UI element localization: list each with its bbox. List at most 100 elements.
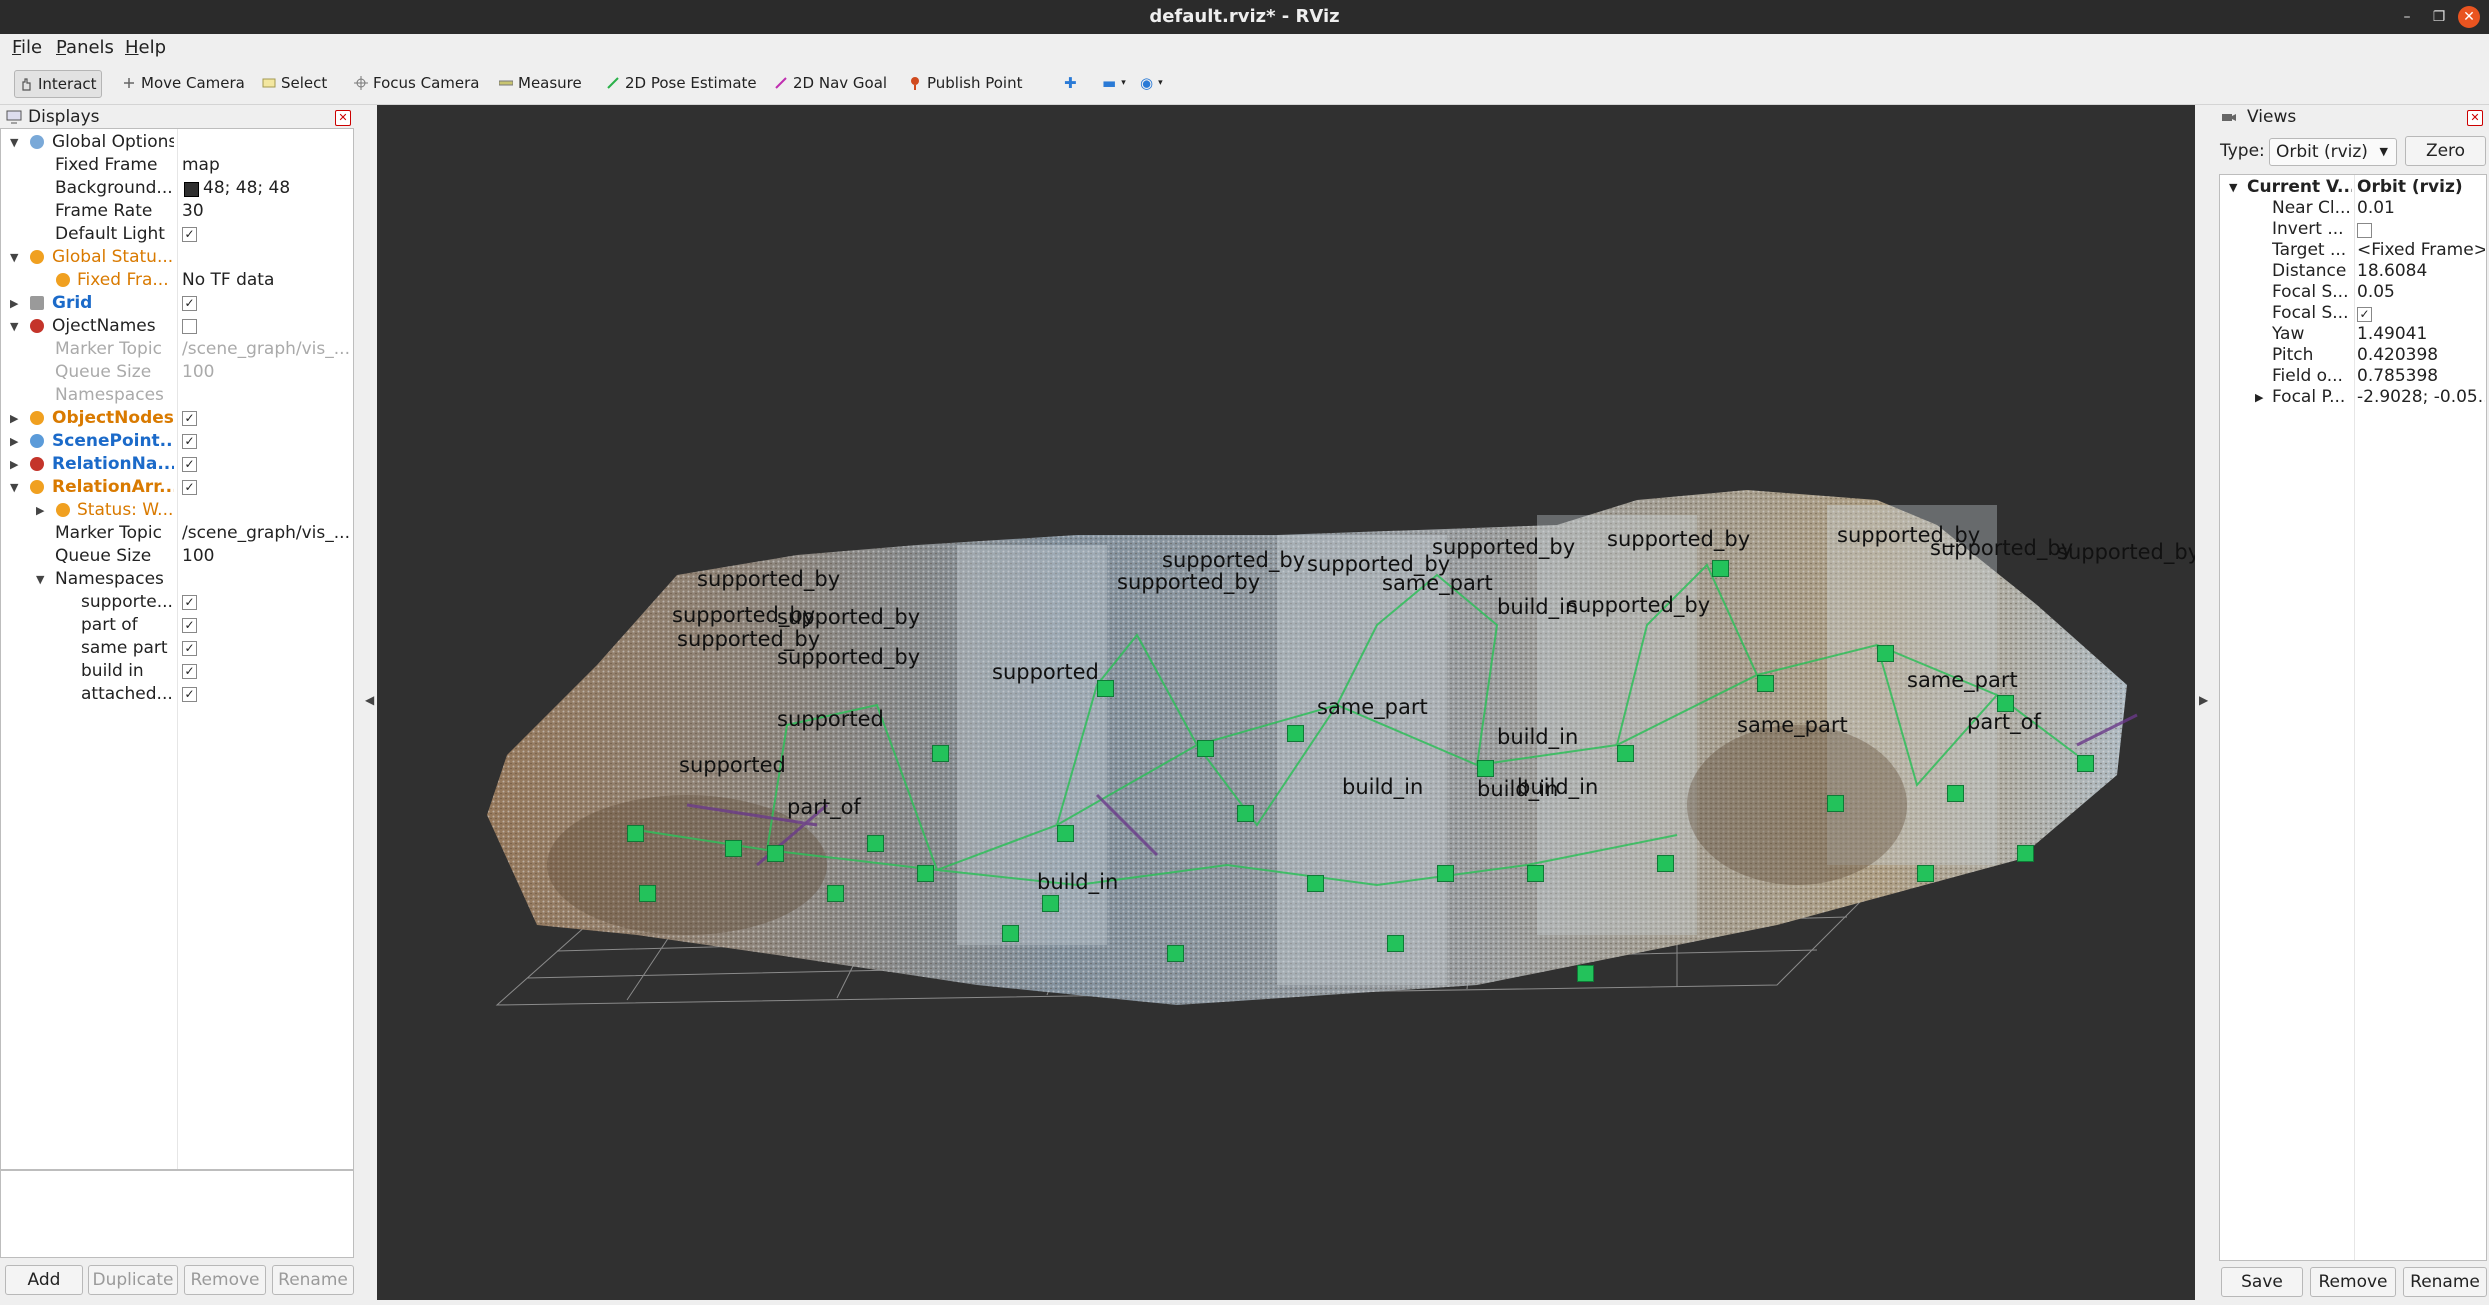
view-row-current[interactable]: ▼ Current V... Orbit (rviz) <box>2220 177 2486 198</box>
tree-row-grid[interactable]: ▶ Grid ✓ <box>1 292 353 315</box>
object-node[interactable] <box>1042 895 1059 912</box>
rename-display-button[interactable]: Rename <box>272 1265 354 1295</box>
relationnames-checkbox[interactable]: ✓ <box>182 457 197 472</box>
remove-tool-icon[interactable]: ▬ ▾ <box>1098 70 1130 96</box>
object-node[interactable] <box>2017 845 2034 862</box>
object-node[interactable] <box>1827 795 1844 812</box>
invert-checkbox[interactable] <box>2357 223 2372 238</box>
remove-display-button[interactable]: Remove <box>184 1265 266 1295</box>
ns-build-in-checkbox[interactable]: ✓ <box>182 664 197 679</box>
eye-icon[interactable]: ◉ ▾ <box>1136 70 1167 96</box>
tree-row-default-light[interactable]: Default Light ✓ <box>1 223 353 246</box>
tree-row-global-status[interactable]: ▼ Global Statu... <box>1 246 353 269</box>
object-node[interactable] <box>1477 760 1494 777</box>
object-node[interactable] <box>1917 865 1934 882</box>
ns-attached-checkbox[interactable]: ✓ <box>182 687 197 702</box>
publish-point-tool-button[interactable]: Publish Point <box>904 70 1026 96</box>
pose-estimate-tool-button[interactable]: 2D Pose Estimate <box>602 70 761 96</box>
tree-row-ns-attached[interactable]: attached... ✓ <box>1 683 353 706</box>
minimize-icon[interactable]: – <box>2396 6 2418 28</box>
measure-tool-button[interactable]: Measure <box>495 70 586 96</box>
tree-row-ns-same-part[interactable]: same part ✓ <box>1 637 353 660</box>
object-node[interactable] <box>767 845 784 862</box>
object-node[interactable] <box>932 745 949 762</box>
add-display-button[interactable]: Add <box>5 1265 83 1295</box>
object-node[interactable] <box>1237 805 1254 822</box>
maximize-icon[interactable]: ❐ <box>2428 6 2450 28</box>
tree-row-ns-supported[interactable]: supporte... ✓ <box>1 591 353 614</box>
grid-checkbox[interactable]: ✓ <box>182 296 197 311</box>
tree-row-global-options[interactable]: ▼ Global Options <box>1 131 353 154</box>
view-type-select[interactable]: Orbit (rviz) ▼ <box>2269 138 2397 166</box>
focus-camera-tool-button[interactable]: Focus Camera <box>350 70 483 96</box>
tree-row-relationarrows[interactable]: ▼ RelationArr... ✓ <box>1 476 353 499</box>
tree-row-marker-topic[interactable]: Marker Topic /scene_graph/vis_... <box>1 338 353 361</box>
interact-tool-button[interactable]: Interact <box>14 70 102 98</box>
object-node[interactable] <box>1097 680 1114 697</box>
object-node[interactable] <box>1287 725 1304 742</box>
select-tool-button[interactable]: Select <box>258 70 331 96</box>
view-row-invert[interactable]: Invert ... <box>2220 219 2486 240</box>
zero-button[interactable]: Zero <box>2405 136 2486 166</box>
tree-row-fixed-frame-status[interactable]: Fixed Fra... No TF data <box>1 269 353 292</box>
3d-viewport[interactable]: supported_by supported_by supported_by s… <box>377 105 2195 1300</box>
duplicate-display-button[interactable]: Duplicate <box>88 1265 178 1295</box>
add-tool-icon[interactable]: ✚ <box>1060 70 1081 96</box>
close-icon[interactable]: ✕ <box>2458 6 2480 28</box>
tree-row-frame-rate[interactable]: Frame Rate 30 <box>1 200 353 223</box>
object-node[interactable] <box>627 825 644 842</box>
relationarrows-checkbox[interactable]: ✓ <box>182 480 197 495</box>
view-row-distance[interactable]: Distance 18.6084 <box>2220 261 2486 282</box>
default-light-checkbox[interactable]: ✓ <box>182 227 197 242</box>
object-node[interactable] <box>1387 935 1404 952</box>
view-row-focal-point[interactable]: ▶ Focal P... -2.9028; -0.05... <box>2220 387 2486 408</box>
object-node[interactable] <box>1657 855 1674 872</box>
tree-row-objectnodes[interactable]: ▶ ObjectNodes ✓ <box>1 407 353 430</box>
nav-goal-tool-button[interactable]: 2D Nav Goal <box>770 70 891 96</box>
view-row-field-of-view[interactable]: Field o... 0.785398 <box>2220 366 2486 387</box>
menu-panels[interactable]: Panels <box>56 37 114 58</box>
view-row-pitch[interactable]: Pitch 0.420398 <box>2220 345 2486 366</box>
objectnodes-checkbox[interactable]: ✓ <box>182 411 197 426</box>
ns-part-of-checkbox[interactable]: ✓ <box>182 618 197 633</box>
tree-row-fixed-frame[interactable]: Fixed Frame map <box>1 154 353 177</box>
object-node[interactable] <box>1437 865 1454 882</box>
object-node[interactable] <box>639 885 656 902</box>
view-row-yaw[interactable]: Yaw 1.49041 <box>2220 324 2486 345</box>
object-node[interactable] <box>1947 785 1964 802</box>
object-node[interactable] <box>1617 745 1634 762</box>
tree-row-scenepoint[interactable]: ▶ ScenePoint... ✓ <box>1 430 353 453</box>
color-swatch[interactable] <box>184 182 199 197</box>
object-node[interactable] <box>1307 875 1324 892</box>
object-node[interactable] <box>1757 675 1774 692</box>
menu-file[interactable]: File <box>12 37 42 58</box>
ns-same-part-checkbox[interactable]: ✓ <box>182 641 197 656</box>
menu-help[interactable]: Help <box>125 37 166 58</box>
tree-row-queue-size-2[interactable]: Queue Size 100 <box>1 545 353 568</box>
tree-row-queue-size[interactable]: Queue Size 100 <box>1 361 353 384</box>
object-node[interactable] <box>2077 755 2094 772</box>
object-node[interactable] <box>867 835 884 852</box>
save-view-button[interactable]: Save <box>2221 1267 2303 1297</box>
tree-row-namespaces[interactable]: Namespaces <box>1 384 353 407</box>
tree-row-ns-build-in[interactable]: build in ✓ <box>1 660 353 683</box>
focal-shape-checkbox[interactable]: ✓ <box>2357 307 2372 322</box>
tree-row-background-color[interactable]: Background... 48; 48; 48 <box>1 177 353 200</box>
remove-view-button[interactable]: Remove <box>2310 1267 2396 1297</box>
tree-row-ns-part-of[interactable]: part of ✓ <box>1 614 353 637</box>
rename-view-button[interactable]: Rename <box>2403 1267 2487 1297</box>
object-node[interactable] <box>1877 645 1894 662</box>
close-displays-panel-icon[interactable]: ✕ <box>335 110 351 126</box>
tree-row-relationnames[interactable]: ▶ RelationNa... ✓ <box>1 453 353 476</box>
collapse-right-icon[interactable]: ▶ <box>2199 693 2208 707</box>
view-row-focal-shape-fixed[interactable]: Focal S... ✓ <box>2220 303 2486 324</box>
object-node[interactable] <box>827 885 844 902</box>
object-node[interactable] <box>917 865 934 882</box>
ojectnames-checkbox[interactable] <box>182 319 197 334</box>
object-node[interactable] <box>1712 560 1729 577</box>
collapse-left-icon[interactable]: ◀ <box>365 693 374 707</box>
scenepoint-checkbox[interactable]: ✓ <box>182 434 197 449</box>
view-row-target[interactable]: Target ... <Fixed Frame> <box>2220 240 2486 261</box>
ns-supported-checkbox[interactable]: ✓ <box>182 595 197 610</box>
object-node[interactable] <box>1197 740 1214 757</box>
